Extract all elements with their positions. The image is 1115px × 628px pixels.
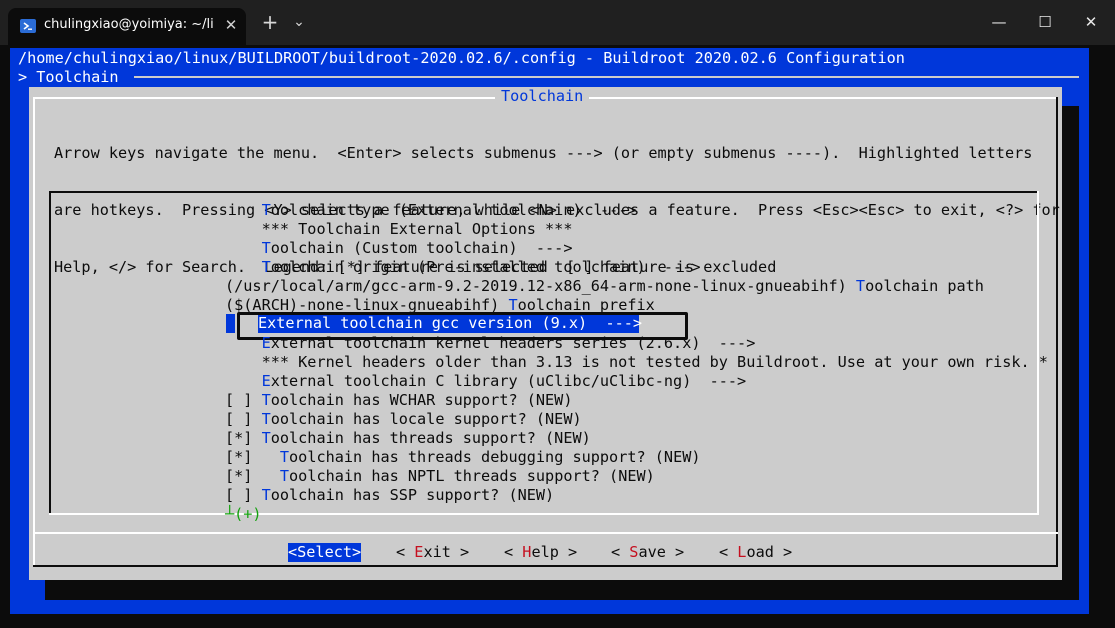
menu-item-nptl-threads[interactable]: [*] Toolchain has NPTL threads support? … (225, 467, 655, 486)
save-button[interactable]: < Save > (611, 543, 684, 562)
dialog-shadow-right (1062, 106, 1079, 600)
menu-item-ssp-support[interactable]: [ ] Toolchain has SSP support? (NEW) (225, 486, 554, 505)
menu-item-wchar-support[interactable]: [ ] Toolchain has WCHAR support? (NEW) (225, 391, 572, 410)
menu-item-kernel-headers[interactable]: External toolchain kernel headers series… (225, 334, 756, 353)
help-button[interactable]: < Help > (504, 543, 577, 562)
menu-item-threads-debugging[interactable]: [*] Toolchain has threads debugging supp… (225, 448, 701, 467)
menu-frame-left (49, 191, 51, 515)
menu-item-toolchain-path[interactable]: (/usr/local/arm/gcc-arm-9.2-2019.12-x86_… (225, 277, 984, 296)
button-separator (33, 532, 1058, 534)
tab-title: chulingxiao@yoimiya: ~/linux (44, 17, 214, 32)
close-window-button[interactable]: ✕ (1068, 0, 1114, 44)
menu-item-threads-support[interactable]: [*] Toolchain has threads support? (NEW) (225, 429, 591, 448)
powershell-icon (20, 19, 36, 33)
window-titlebar: chulingxiao@yoimiya: ~/linux ✕ + ⌄ — ☐ ✕ (0, 0, 1115, 45)
select-button[interactable]: <Select> (288, 543, 362, 562)
cursor-block (226, 314, 235, 333)
menu-comment-kernel-warning: *** Kernel headers older than 3.13 is no… (261, 353, 1048, 371)
menu-item-locale-support[interactable]: [ ] Toolchain has locale support? (NEW) (225, 410, 582, 429)
menu-item-toolchain[interactable]: Toolchain (Custom toolchain) ---> (225, 239, 573, 258)
exit-button[interactable]: < Exit > (396, 543, 469, 562)
menu-comment-external-options: *** Toolchain External Options *** (261, 220, 573, 238)
menu-item-toolchain-origin[interactable]: Toolchain origin (Pre-installed toolchai… (225, 258, 701, 277)
minimize-button[interactable]: — (976, 0, 1022, 44)
maximize-button[interactable]: ☐ (1022, 0, 1068, 44)
new-tab-button[interactable]: + (258, 10, 282, 34)
dialog-frame-right (1056, 97, 1058, 567)
menu-item-toolchain-type[interactable]: Toolchain type (External toolchain) ---> (225, 201, 637, 220)
breadcrumb: > Toolchain (18, 68, 119, 86)
load-button[interactable]: < Load > (719, 543, 792, 562)
more-items-indicator: ┴(+) (225, 505, 262, 523)
tab-close-icon[interactable]: ✕ (222, 16, 240, 34)
menu-frame-top (49, 191, 1039, 193)
terminal-tab[interactable]: chulingxiao@yoimiya: ~/linux ✕ (8, 8, 246, 45)
dialog-frame-left (33, 97, 35, 567)
tab-dropdown-icon[interactable]: ⌄ (288, 10, 310, 34)
menu-item-c-library[interactable]: External toolchain C library (uClibc/uCl… (225, 372, 747, 391)
dialog-frame-bottom (33, 565, 1058, 567)
menu-frame-bottom (49, 513, 1039, 515)
header-rule (134, 76, 1079, 78)
dialog-title: Toolchain (495, 87, 590, 106)
dialog-shadow-bottom (45, 580, 1079, 600)
help-line: Arrow keys navigate the menu. <Enter> se… (54, 144, 1033, 162)
toolchain-dialog: Toolchain Arrow keys navigate the menu. … (29, 87, 1062, 580)
config-path-header: /home/chulingxiao/linux/BUILDROOT/buildr… (18, 49, 905, 67)
